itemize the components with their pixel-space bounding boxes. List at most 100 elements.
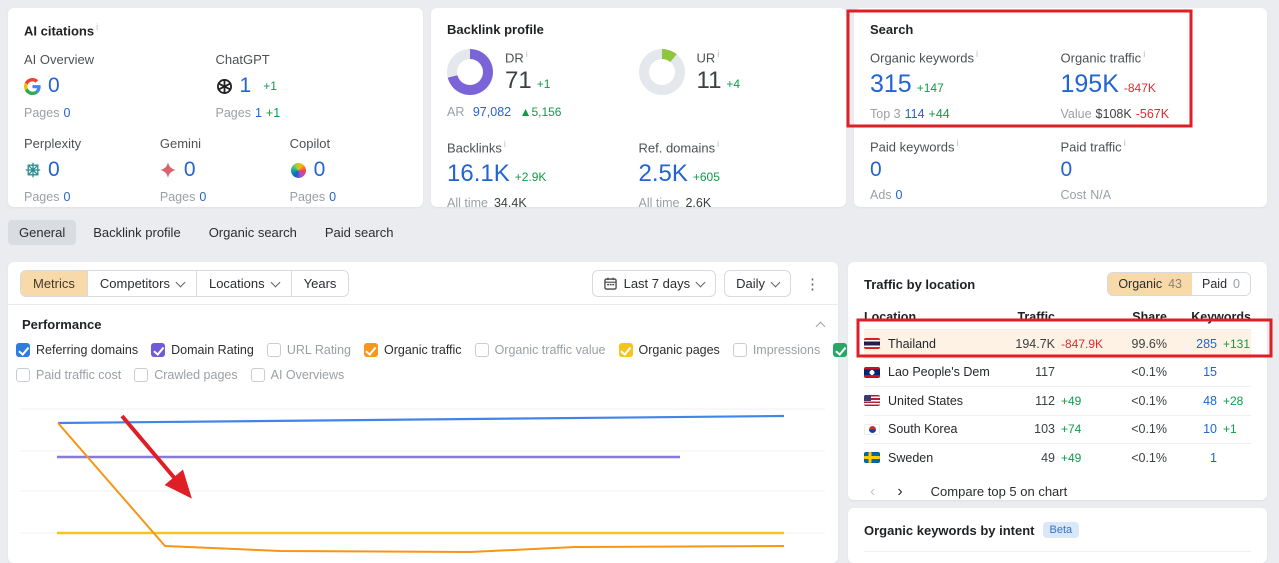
tab-backlink-profile[interactable]: Backlink profile [82, 220, 191, 245]
ai-pages-row: Pages 0 [24, 190, 71, 205]
organic-keywords-block: Organic keywords i 315 +147 Top 3 114 +44 [870, 49, 979, 121]
ai-stat-value[interactable]: 0 [48, 75, 60, 97]
ahrefs-rank-value[interactable]: 97,082 [473, 105, 511, 119]
ai-pages-value[interactable]: 0 [63, 106, 70, 120]
toggle-paid[interactable]: Paid 0 [1192, 273, 1250, 295]
info-icon[interactable]: i [1124, 138, 1126, 148]
keywords-link[interactable]: 15 [1167, 365, 1217, 379]
ahrefs-rank-row: AR 97,082 ▲5,156 [447, 105, 562, 119]
location-row-thailand[interactable]: Thailand 194.7K -847.9K 99.6% 285 +131 [864, 329, 1251, 358]
ai-pages-value[interactable]: 0 [329, 190, 336, 204]
keywords-by-intent-card: Organic keywords by intent Beta [848, 508, 1267, 563]
collapse-chevron-icon[interactable] [815, 321, 826, 332]
ai-stat-ai-overview: AI Overview 0 Pages 0 [24, 52, 216, 120]
checkbox-label: Organic traffic value [494, 343, 606, 357]
granularity-button[interactable]: Daily [724, 270, 791, 297]
tab-organic-search[interactable]: Organic search [198, 220, 308, 245]
paid-traffic-value[interactable]: 0 [1061, 158, 1073, 181]
previous-page-button[interactable]: ‹ [864, 483, 881, 500]
checkbox-label: Organic pages [638, 343, 720, 357]
location-row-south-korea[interactable]: South Korea 103 +74 <0.1% 10 +1 [864, 414, 1251, 444]
ai-stat-value[interactable]: 0 [314, 159, 326, 181]
ai-pages-value[interactable]: 1 [255, 106, 262, 120]
filter-metrics-button[interactable]: Metrics [21, 271, 88, 296]
info-icon[interactable]: i [96, 22, 98, 32]
ai-pages-value[interactable]: 0 [199, 190, 206, 204]
search-card: Search Organic keywords i 315 +147 Top 3 11… [854, 8, 1267, 207]
share-cell: <0.1% [1131, 422, 1167, 437]
dr-value: 71 [505, 67, 532, 95]
organic-keywords-value[interactable]: 315 [870, 70, 912, 98]
backlinks-block: Backlinks i 16.1K +2.9K All time 34.4K [447, 139, 547, 210]
ai-stat-label: Gemini [159, 136, 202, 152]
checkbox-organic-traffic-value[interactable]: Organic traffic value [474, 343, 606, 357]
more-options-button[interactable]: ⋮ [799, 273, 826, 295]
filter-years-button[interactable]: Years [291, 271, 349, 296]
keywords-cell: 48 +28 [1167, 394, 1251, 408]
keywords-link[interactable]: 48 [1167, 394, 1217, 408]
location-row-united-states[interactable]: United States 112 +49 <0.1% 48 +28 [864, 386, 1251, 415]
info-icon[interactable]: i [504, 139, 506, 149]
info-icon[interactable]: i [526, 49, 528, 59]
ads-value[interactable]: 0 [896, 188, 903, 202]
keywords-link[interactable]: 10 [1167, 422, 1217, 436]
keywords-cell: 15 [1167, 365, 1251, 379]
share-cell: <0.1% [1131, 393, 1167, 408]
ref-domains-value[interactable]: 2.5K [639, 160, 688, 187]
ur-delta: +4 [726, 77, 741, 92]
organic-traffic-value[interactable]: 195K [1061, 70, 1119, 98]
keywords-link[interactable]: 1 [1167, 451, 1217, 465]
location-row-sweden[interactable]: Sweden 49 +49 <0.1% 1 [864, 443, 1251, 472]
tab-paid-search[interactable]: Paid search [314, 220, 405, 245]
checkbox-domain-rating[interactable]: Domain Rating [151, 343, 254, 357]
location-name: Sweden [888, 450, 934, 465]
paid-keywords-value[interactable]: 0 [870, 158, 882, 181]
checkbox-label: Organic traffic [383, 343, 462, 357]
filter-competitors-button[interactable]: Competitors [87, 271, 197, 296]
ai-stat-label: AI Overview [24, 52, 95, 68]
col-traffic: Traffic [1017, 310, 1055, 324]
location-row-lao-people-s-democratic-rep[interactable]: Lao People's Democratic Rep 117 <0.1%15 [864, 357, 1251, 387]
calendar-icon [603, 277, 617, 290]
checkbox-impressions[interactable]: Impressions [732, 343, 820, 357]
beta-badge: Beta [1042, 522, 1080, 538]
ai-pages-row: Pages 0 [24, 106, 71, 121]
backlinks-value[interactable]: 16.1K [447, 160, 510, 187]
share-cell: <0.1% [1131, 450, 1167, 465]
performance-panel: Metrics Competitors Locations Years Last 7 … [8, 262, 912, 563]
ai-stat-value[interactable]: 0 [48, 159, 60, 181]
next-page-button[interactable]: › [891, 483, 908, 500]
ai-stat-label: ChatGPT [215, 52, 270, 68]
date-range-button[interactable]: Last 7 days [591, 270, 717, 297]
checkbox-url-rating[interactable]: URL Rating [266, 343, 351, 357]
ai-stat-copilot: Copilot 0 Pages 0 [290, 136, 407, 204]
flag-icon-us [864, 395, 880, 407]
checkbox-organic-traffic[interactable]: Organic traffic [363, 343, 462, 357]
ai-stat-value[interactable]: 0 [184, 159, 196, 181]
domain-rating-block: DR i 71 +1 AR 97,082 ▲5,156 [447, 49, 639, 119]
filter-locations-button[interactable]: Locations [196, 271, 292, 296]
info-icon[interactable]: i [1143, 49, 1145, 59]
checkbox-referring-domains[interactable]: Referring domains [16, 343, 138, 357]
section-tabs: General Backlink profile Organic search Pai… [8, 220, 405, 245]
gemini-icon [160, 162, 177, 179]
tab-general[interactable]: General [8, 220, 77, 245]
ai-pages-value[interactable]: 0 [63, 190, 70, 204]
traffic-cell: 117 [1035, 365, 1055, 380]
col-share: Share [1132, 310, 1167, 324]
checkbox-organic-pages[interactable]: Organic pages [618, 343, 720, 357]
share-cell: 99.6% [1131, 336, 1167, 351]
compare-top5-button[interactable]: Compare top 5 on chart [931, 484, 1068, 499]
checkbox-label: Domain Rating [171, 343, 254, 357]
info-icon[interactable]: i [976, 49, 978, 59]
top3-value[interactable]: 114 [905, 107, 925, 121]
info-icon[interactable]: i [717, 139, 719, 149]
ai-stat-value[interactable]: 1 [240, 75, 252, 97]
traffic-by-location-card: Traffic by location Organic 43 Paid 0 Lo… [848, 262, 1267, 500]
keywords-link[interactable]: 285 [1167, 337, 1217, 351]
toggle-organic[interactable]: Organic 43 [1108, 273, 1193, 295]
traffic-cell: 194.7K -847.9K [1015, 336, 1104, 351]
info-icon[interactable]: i [957, 138, 959, 148]
ai-pages-row: Pages 0 [159, 190, 207, 205]
info-icon[interactable]: i [717, 49, 719, 59]
